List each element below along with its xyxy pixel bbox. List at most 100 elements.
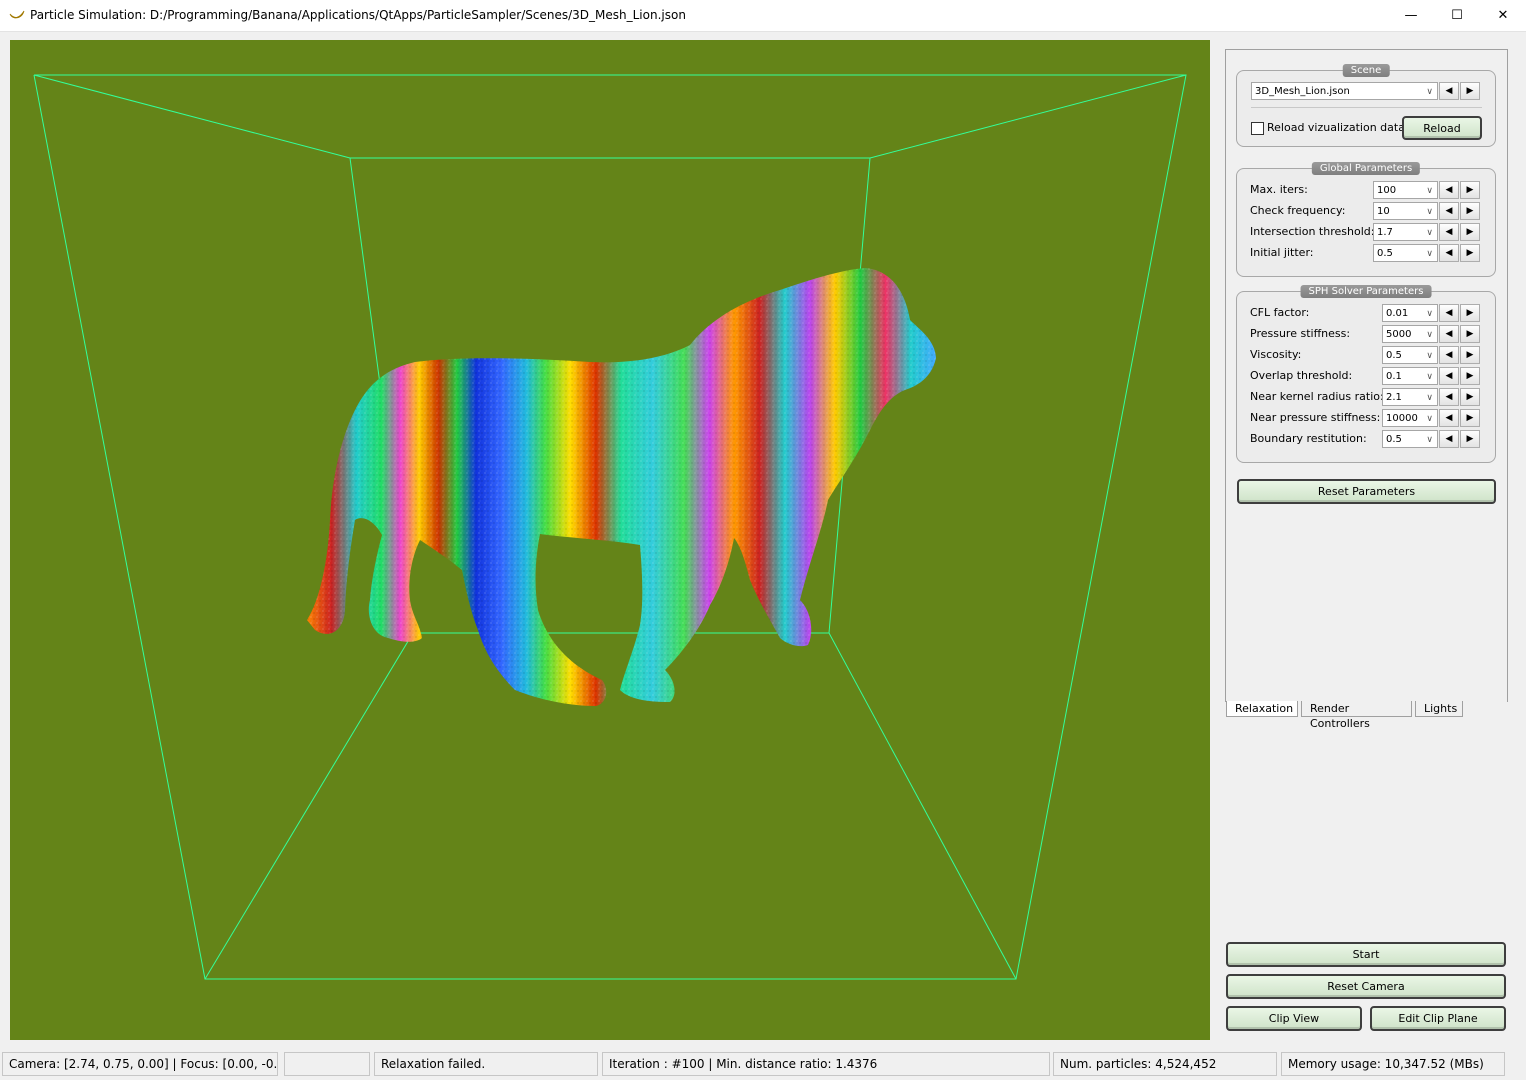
scene-group-title: Scene (1342, 64, 1390, 77)
cfl-factor-next-button[interactable]: ▶ (1460, 304, 1480, 322)
render-viewport[interactable] (10, 40, 1210, 1040)
max-iters-label: Max. iters: (1250, 183, 1308, 196)
boundary-restitution-value: 0.5 (1386, 434, 1402, 445)
pressure-stiffness-prev-button[interactable]: ◀ (1439, 325, 1459, 343)
viscosity-next-button[interactable]: ▶ (1460, 346, 1480, 364)
max-iters-prev-button[interactable]: ◀ (1439, 181, 1459, 199)
pressure-stiffness-label: Pressure stiffness: (1250, 327, 1351, 340)
max-iters-value: 100 (1377, 185, 1397, 196)
near-pressure-stiffness-prev-button[interactable]: ◀ (1439, 409, 1459, 427)
intersection-threshold-prev-button[interactable]: ◀ (1439, 223, 1459, 241)
cfl-factor-value: 0.01 (1386, 308, 1409, 319)
scene-canvas (33, 74, 1187, 980)
tab-lights[interactable]: Lights (1415, 701, 1463, 717)
cfl-factor-prev-button[interactable]: ◀ (1439, 304, 1459, 322)
near-kernel-radius-ratio-prev-button[interactable]: ◀ (1439, 388, 1459, 406)
chevron-down-icon: ∨ (1426, 393, 1433, 403)
left-arrow-icon: ◀ (1445, 350, 1453, 360)
right-arrow-icon: ▶ (1466, 248, 1474, 258)
check-frequency-prev-button[interactable]: ◀ (1439, 202, 1459, 220)
status-particles: Num. particles: 4,524,452 (1053, 1052, 1277, 1076)
right-arrow-icon: ▶ (1466, 185, 1474, 195)
near-kernel-radius-ratio-value: 2.1 (1386, 392, 1402, 403)
left-arrow-icon: ◀ (1445, 185, 1453, 195)
overlap-threshold-next-button[interactable]: ▶ (1460, 367, 1480, 385)
near-pressure-stiffness-label: Near pressure stiffness: (1250, 411, 1381, 424)
check-frequency-select[interactable]: 10 ∨ (1373, 202, 1438, 220)
initial-jitter-prev-button[interactable]: ◀ (1439, 244, 1459, 262)
chevron-down-icon: ∨ (1426, 186, 1433, 196)
near-kernel-radius-ratio-label: Near kernel radius ratio: (1250, 390, 1384, 403)
left-arrow-icon: ◀ (1445, 329, 1453, 339)
status-blank (284, 1052, 370, 1076)
cfl-factor-select[interactable]: 0.01 ∨ (1382, 304, 1438, 322)
near-pressure-stiffness-next-button[interactable]: ▶ (1460, 409, 1480, 427)
chevron-down-icon: ∨ (1426, 249, 1433, 259)
banana-icon (9, 10, 25, 19)
initial-jitter-select[interactable]: 0.5 ∨ (1373, 244, 1438, 262)
tab-render-controllers[interactable]: Render Controllers (1301, 701, 1412, 730)
right-arrow-icon: ▶ (1466, 413, 1474, 423)
overlap-threshold-prev-button[interactable]: ◀ (1439, 367, 1459, 385)
reset-camera-button[interactable]: Reset Camera (1226, 974, 1506, 999)
overlap-threshold-select[interactable]: 0.1 ∨ (1382, 367, 1438, 385)
clip-view-button[interactable]: Clip View (1226, 1006, 1362, 1031)
left-arrow-icon: ◀ (1445, 371, 1453, 381)
status-bar: Camera: [2.74, 0.75, 0.00] | Focus: [0.0… (0, 1049, 1526, 1080)
left-arrow-icon: ◀ (1445, 227, 1453, 237)
scene-next-button[interactable]: ▶ (1460, 82, 1480, 100)
near-kernel-radius-ratio-select[interactable]: 2.1 ∨ (1382, 388, 1438, 406)
relaxation-panel: Scene 3D_Mesh_Lion.json ∨ ◀ ▶ Reload viz… (1225, 49, 1508, 702)
chevron-down-icon: ∨ (1426, 372, 1433, 382)
pressure-stiffness-next-button[interactable]: ▶ (1460, 325, 1480, 343)
overlap-threshold-value: 0.1 (1386, 371, 1402, 382)
initial-jitter-next-button[interactable]: ▶ (1460, 244, 1480, 262)
intersection-threshold-next-button[interactable]: ▶ (1460, 223, 1480, 241)
minimize-icon: — (1404, 8, 1418, 23)
scene-file-select[interactable]: 3D_Mesh_Lion.json ∨ (1251, 82, 1438, 100)
reload-button[interactable]: Reload (1402, 116, 1482, 140)
pressure-stiffness-select[interactable]: 5000 ∨ (1382, 325, 1438, 343)
left-arrow-icon: ◀ (1445, 392, 1453, 402)
boundary-restitution-prev-button[interactable]: ◀ (1439, 430, 1459, 448)
cfl-factor-label: CFL factor: (1250, 306, 1310, 319)
viscosity-select[interactable]: 0.5 ∨ (1382, 346, 1438, 364)
check-frequency-next-button[interactable]: ▶ (1460, 202, 1480, 220)
start-button[interactable]: Start (1226, 942, 1506, 967)
edit-clip-plane-button[interactable]: Edit Clip Plane (1370, 1006, 1506, 1031)
right-arrow-icon: ▶ (1466, 350, 1474, 360)
max-iters-next-button[interactable]: ▶ (1460, 181, 1480, 199)
right-arrow-icon: ▶ (1466, 206, 1474, 216)
sph-solver-group: SPH Solver Parameters CFL factor: 0.01 ∨ … (1236, 285, 1496, 463)
overlap-threshold-label: Overlap threshold: (1250, 369, 1353, 382)
status-iteration: Iteration : #100 | Min. distance ratio: … (602, 1052, 1050, 1076)
maximize-icon: ☐ (1451, 8, 1463, 23)
boundary-restitution-label: Boundary restitution: (1250, 432, 1367, 445)
near-pressure-stiffness-select[interactable]: 10000 ∨ (1382, 409, 1438, 427)
reload-viz-checkbox[interactable] (1251, 122, 1264, 135)
scene-group: Scene 3D_Mesh_Lion.json ∨ ◀ ▶ Reload viz… (1236, 64, 1496, 147)
maximize-button[interactable]: ☐ (1434, 0, 1480, 31)
close-button[interactable]: ✕ (1480, 0, 1526, 31)
global-parameters-group: Global Parameters Max. iters: 100 ∨ ◀ ▶ C… (1236, 162, 1496, 277)
reset-parameters-button[interactable]: Reset Parameters (1237, 479, 1496, 504)
chevron-down-icon: ∨ (1426, 330, 1433, 340)
initial-jitter-label: Initial jitter: (1250, 246, 1314, 259)
chevron-down-icon: ∨ (1426, 309, 1433, 319)
left-arrow-icon: ◀ (1445, 248, 1453, 258)
tab-relaxation[interactable]: Relaxation (1226, 701, 1298, 717)
left-arrow-icon: ◀ (1445, 86, 1453, 96)
max-iters-select[interactable]: 100 ∨ (1373, 181, 1438, 199)
boundary-restitution-next-button[interactable]: ▶ (1460, 430, 1480, 448)
right-arrow-icon: ▶ (1466, 308, 1474, 318)
status-message: Relaxation failed. (374, 1052, 598, 1076)
viscosity-prev-button[interactable]: ◀ (1439, 346, 1459, 364)
boundary-restitution-select[interactable]: 0.5 ∨ (1382, 430, 1438, 448)
close-icon: ✕ (1497, 8, 1509, 23)
scene-prev-button[interactable]: ◀ (1439, 82, 1459, 100)
minimize-button[interactable]: — (1388, 0, 1434, 31)
right-arrow-icon: ▶ (1466, 227, 1474, 237)
near-kernel-radius-ratio-next-button[interactable]: ▶ (1460, 388, 1480, 406)
intersection-threshold-select[interactable]: 1.7 ∨ (1373, 223, 1438, 241)
chevron-down-icon: ∨ (1426, 351, 1433, 361)
